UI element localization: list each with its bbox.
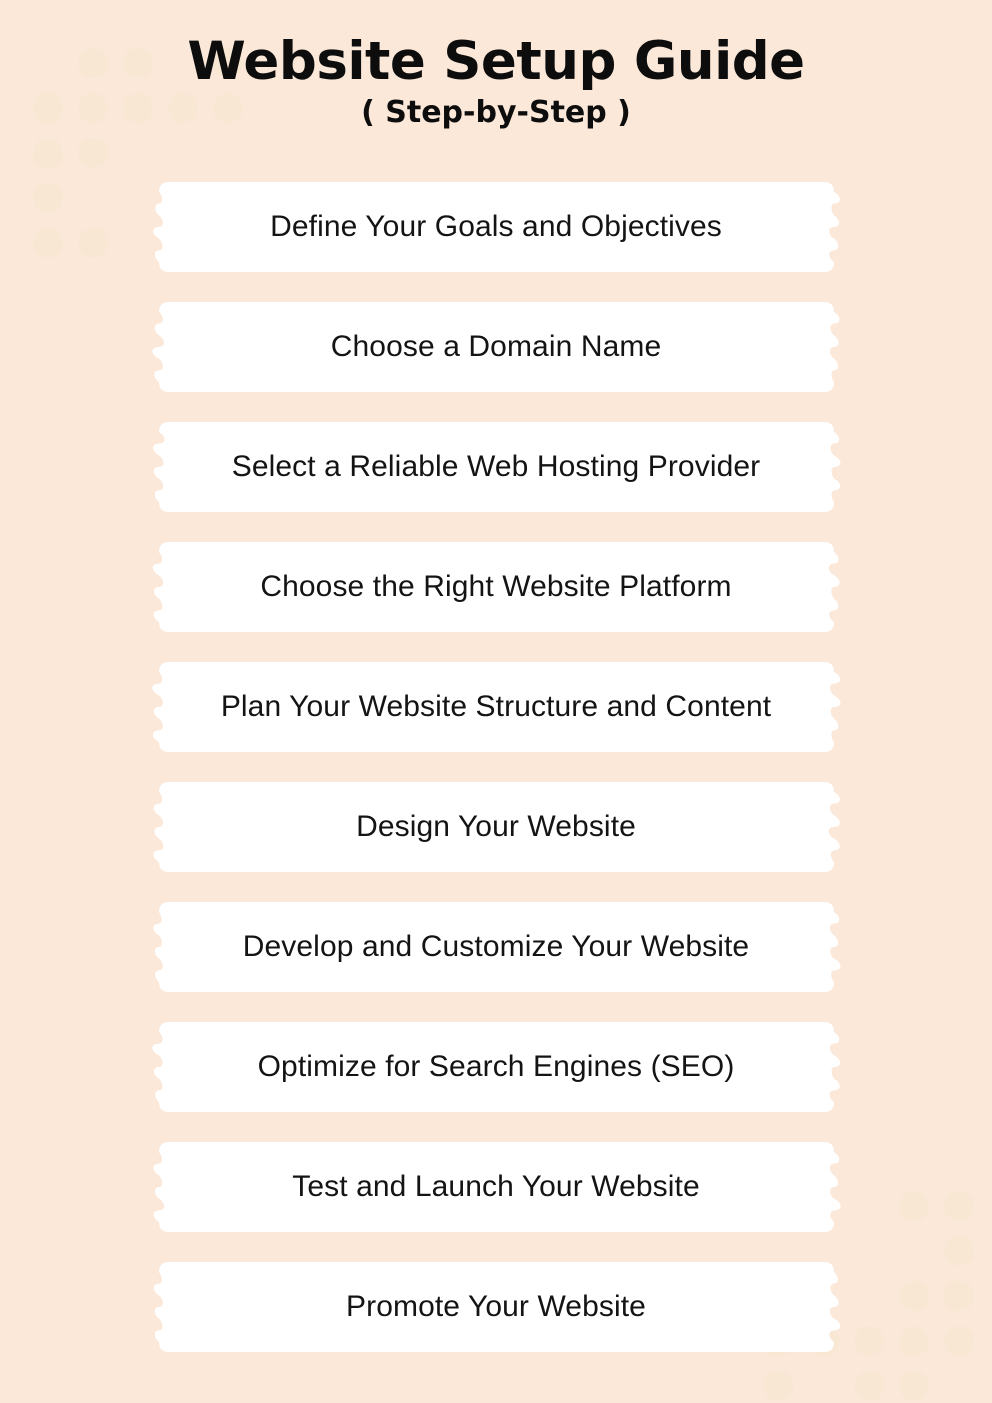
- step-card-label: Optimize for Search Engines (SEO): [257, 1050, 735, 1083]
- step-card[interactable]: Design Your Website: [152, 782, 840, 872]
- steps-list: Define Your Goals and Objectives Choose a…: [0, 182, 992, 1382]
- step-card[interactable]: Promote Your Website: [153, 1262, 840, 1352]
- step-card[interactable]: Optimize for Search Engines (SEO): [151, 1022, 840, 1112]
- step-card-label: Plan Your Website Structure and Content: [220, 690, 772, 723]
- step-card[interactable]: Choose a Domain Name: [151, 302, 839, 392]
- page-subtitle: ( Step-by-Step ): [361, 95, 631, 131]
- header: Website Setup Guide ( Step-by-Step ): [0, 32, 992, 131]
- decorative-dot: [78, 138, 108, 168]
- step-card-label: Select a Reliable Web Hosting Provider: [231, 450, 761, 483]
- step-card-label: Choose the Right Website Platform: [260, 570, 732, 603]
- step-card-label: Develop and Customize Your Website: [242, 930, 750, 963]
- decorative-dot: [33, 138, 63, 168]
- step-card[interactable]: Plan Your Website Structure and Content: [151, 662, 840, 752]
- step-card[interactable]: Choose the Right Website Platform: [152, 542, 840, 632]
- step-card-label: Promote Your Website: [346, 1290, 646, 1323]
- step-card[interactable]: Test and Launch Your Website: [152, 1142, 841, 1232]
- step-card-label: Define Your Goals and Objectives: [270, 210, 722, 243]
- step-card-label: Choose a Domain Name: [330, 330, 662, 363]
- page-title: Website Setup Guide: [187, 31, 805, 92]
- step-card-label: Design Your Website: [356, 810, 636, 843]
- step-card-label: Test and Launch Your Website: [292, 1170, 700, 1203]
- step-card[interactable]: Develop and Customize Your Website: [152, 902, 841, 992]
- step-card[interactable]: Define Your Goals and Objectives: [152, 182, 840, 272]
- step-card[interactable]: Select a Reliable Web Hosting Provider: [152, 422, 840, 512]
